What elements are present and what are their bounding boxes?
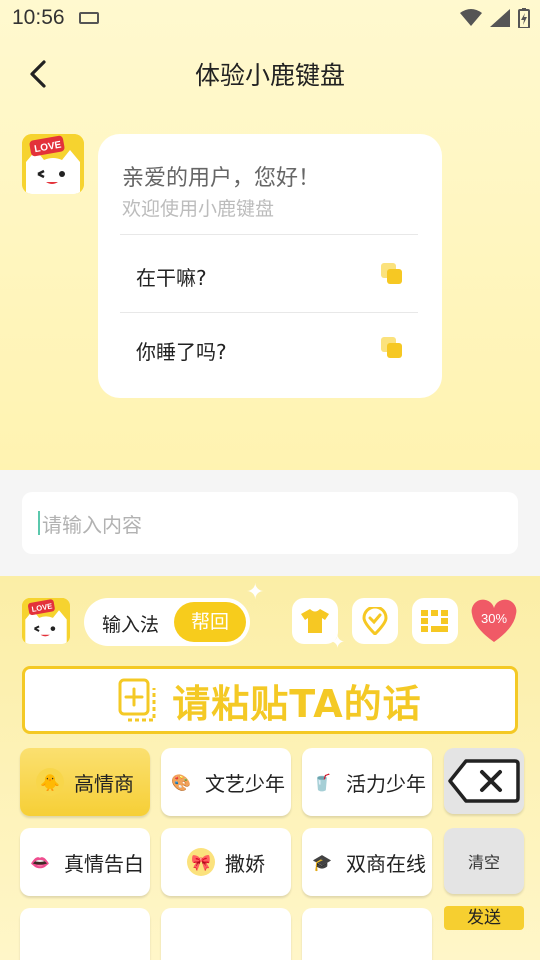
status-time: 10:56 [12,6,65,29]
key-label: 高情商 [74,771,134,796]
location-button[interactable] [352,598,398,644]
chick-emoji-icon: 🐥 [36,768,64,796]
palette-emoji-icon: 🎨 [171,772,191,792]
divider [120,312,418,313]
bot-avatar: LOVE [22,134,84,194]
phrase-item-0[interactable]: 在干嘛? [136,262,207,291]
drink-can-emoji-icon: 🥤 [312,772,332,792]
love-percent: 30% [480,611,508,626]
text-cursor [38,511,40,535]
keyboard-logo[interactable]: LOVE [22,598,70,644]
copy-icon[interactable] [380,262,404,286]
copy-icon[interactable] [380,336,404,360]
style-key-dual-iq[interactable]: 🎓 双商在线 [302,828,432,896]
send-button[interactable]: 发送 [444,906,524,930]
key-label: 活力少年 [346,771,426,796]
keyboard-panel: LOVE 输入法 帮回 ✦ ✦ 30% 请粘贴TA的话 🐥 高情商 🎨 文艺少年… [0,576,540,960]
keyboard-grid-icon [421,610,448,632]
key-label: 真情告白 [64,851,144,876]
graduation-cap-emoji-icon: 🎓 [312,852,332,872]
love-cat-logo-icon: LOVE [22,598,70,644]
backspace-icon [448,759,520,803]
mode-help-tab[interactable]: 帮回 [174,602,246,642]
mode-toggle[interactable]: 输入法 帮回 [84,598,250,646]
page-title: 体验小鹿键盘 [194,61,345,90]
greeting-text: 亲爱的用户，您好！ [122,166,321,191]
wifi-icon [460,9,482,26]
style-key-cute[interactable]: 🎀 撒娇 [161,828,291,896]
divider [120,234,418,235]
style-key-partial[interactable] [161,908,291,960]
style-key-partial[interactable] [302,908,432,960]
paste-add-icon [118,678,156,722]
welcome-subtitle: 欢迎使用小鹿键盘 [122,198,275,220]
message-input[interactable]: 请输入内容 [22,492,518,554]
style-key-energetic[interactable]: 🥤 活力少年 [302,748,432,816]
paste-banner[interactable]: 请粘贴TA的话 [22,666,518,734]
skin-button[interactable] [292,598,338,644]
clear-key-label: 清空 [467,853,500,872]
keyboard-layout-button[interactable] [412,598,458,644]
paste-banner-text: 请粘贴TA的话 [172,681,422,726]
backspace-key[interactable] [444,748,524,814]
style-key-high-eq[interactable]: 🐥 高情商 [20,748,150,816]
signal-icon [490,9,510,27]
sparkle-icon: ✦ [246,580,265,605]
welcome-card: 亲爱的用户，您好！ 欢迎使用小鹿键盘 在干嘛? 你睡了吗? [98,134,442,398]
style-key-literary[interactable]: 🎨 文艺少年 [161,748,291,816]
status-bar: 10:56 [0,0,540,36]
battery-icon [518,8,530,28]
bow-face-emoji-icon: 🎀 [187,848,215,876]
mode-ime-tab[interactable]: 输入法 [102,610,159,637]
key-label: 双商在线 [346,851,426,876]
love-cat-logo-icon: LOVE [22,134,84,194]
tshirt-icon [301,609,329,633]
input-placeholder: 请输入内容 [42,512,142,537]
keyboard-status-icon [78,12,99,24]
input-area: 请输入内容 [0,470,540,576]
clear-key[interactable]: 清空 [444,828,524,894]
location-check-icon [362,607,388,635]
style-key-partial[interactable] [20,908,150,960]
key-label: 撒娇 [225,851,265,876]
key-label: 文艺少年 [205,771,285,796]
lips-emoji-icon: 👄 [30,852,50,872]
phrase-item-1[interactable]: 你睡了吗? [136,336,227,365]
style-key-confession[interactable]: 👄 真情告白 [20,828,150,896]
love-level-badge[interactable]: 30% [470,598,518,644]
